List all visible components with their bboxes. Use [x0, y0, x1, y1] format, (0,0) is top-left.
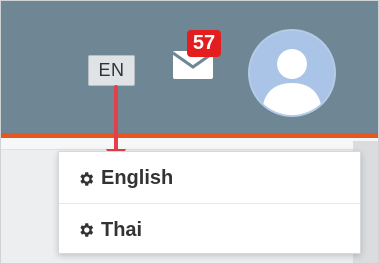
person-silhouette-icon	[262, 49, 322, 115]
language-option-label: Thai	[101, 218, 143, 241]
app-frame: EN 57 English Thai	[0, 0, 379, 264]
language-dropdown: English Thai	[58, 151, 361, 254]
gear-icon	[80, 223, 94, 237]
language-option-label: English	[101, 167, 174, 189]
notifications-badge: 57	[187, 30, 221, 57]
language-option-english[interactable]: English	[59, 154, 360, 204]
content-header-strip	[1, 138, 378, 150]
user-avatar[interactable]	[248, 29, 336, 117]
language-option-thai[interactable]: Thai	[59, 205, 360, 255]
gear-icon	[80, 171, 94, 186]
language-button[interactable]: EN	[88, 55, 135, 86]
